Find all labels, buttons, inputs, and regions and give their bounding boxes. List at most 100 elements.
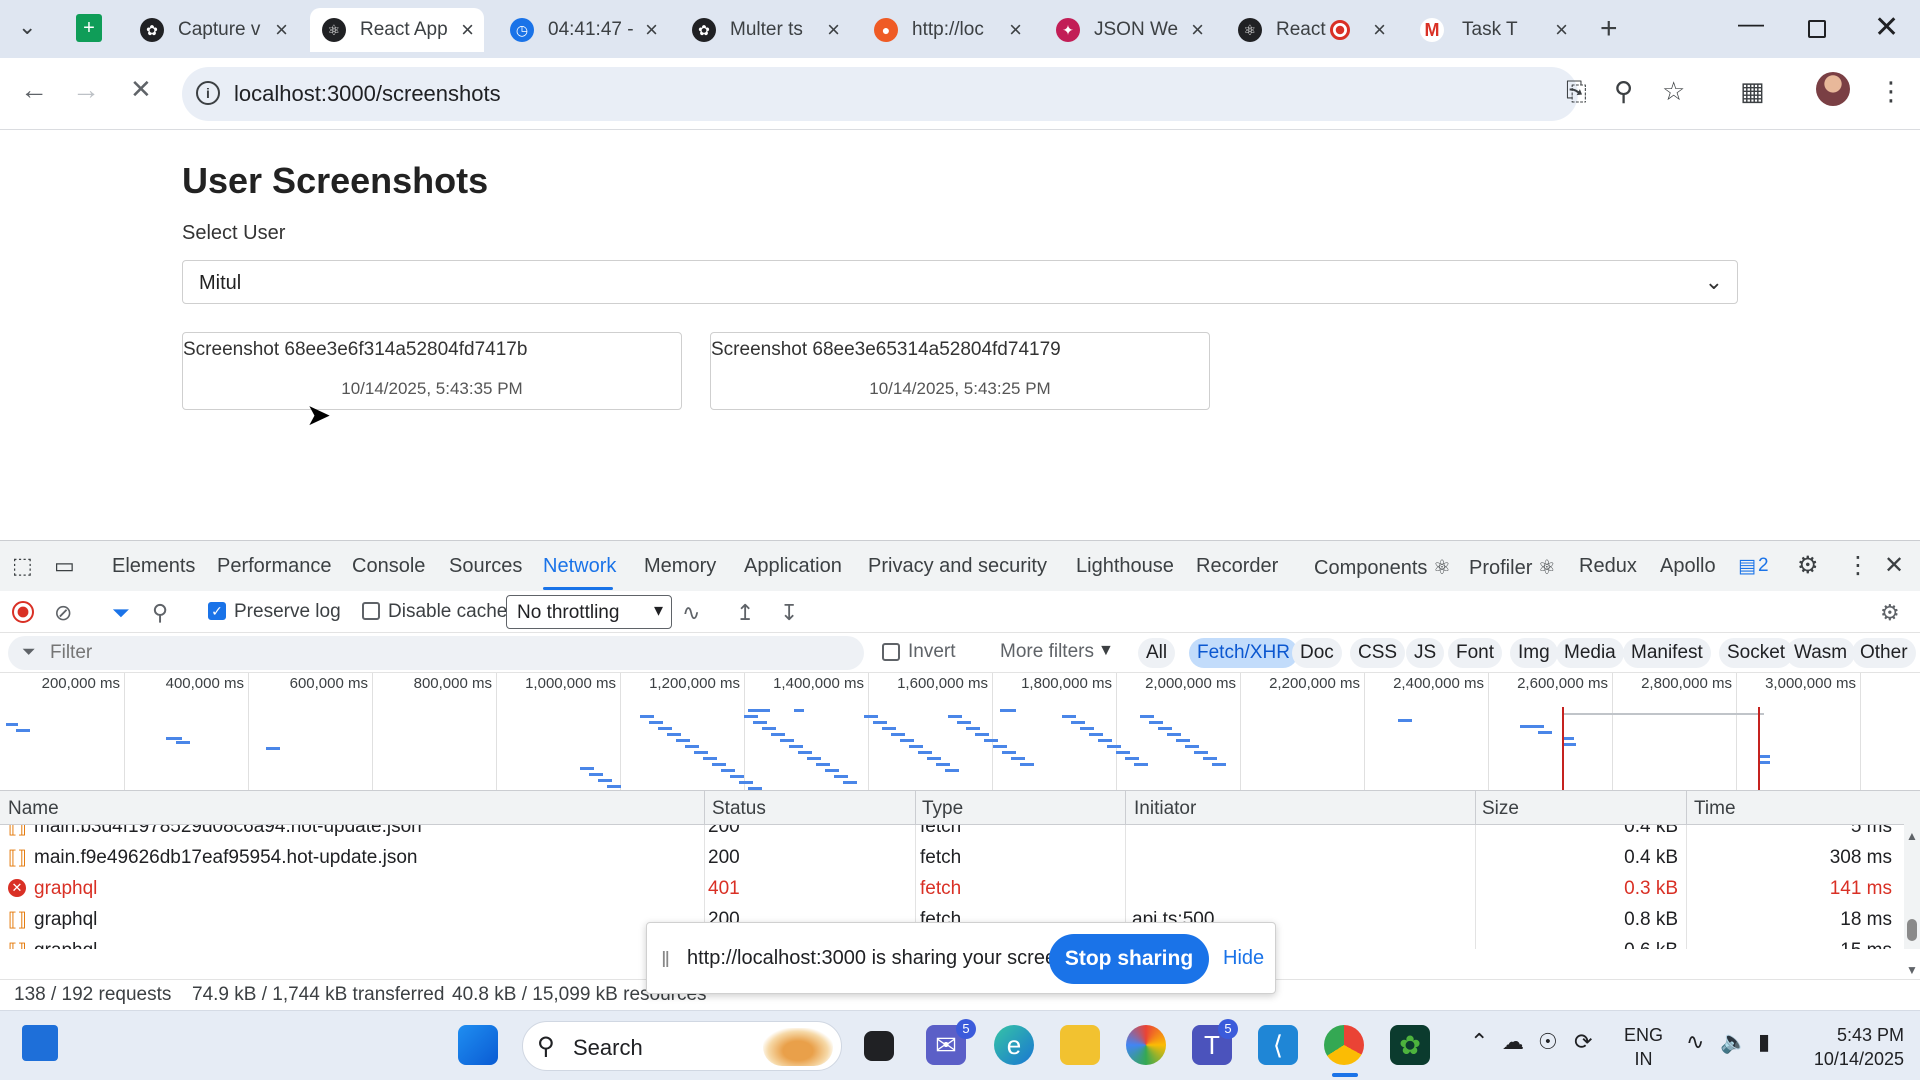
- task-view-icon[interactable]: [864, 1031, 894, 1061]
- type-filter-socket[interactable]: Socket: [1719, 638, 1794, 668]
- type-filter-other[interactable]: Other: [1852, 638, 1916, 668]
- column-initiator[interactable]: Initiator: [1134, 798, 1196, 820]
- taskbar-clock[interactable]: 5:43 PM 10/14/2025: [1804, 1023, 1904, 1071]
- back-icon[interactable]: ←: [20, 74, 48, 106]
- more-filters-button[interactable]: More filters: [1000, 641, 1094, 663]
- close-icon[interactable]: ×: [1555, 17, 1568, 43]
- forward-icon[interactable]: →: [72, 74, 100, 106]
- close-icon[interactable]: ×: [275, 17, 288, 43]
- devtools-tab-redux[interactable]: Redux: [1579, 555, 1637, 578]
- address-bar[interactable]: i localhost:3000/screenshots: [182, 67, 1578, 121]
- scroll-up-icon[interactable]: ▲: [1906, 829, 1918, 843]
- column-divider[interactable]: [1125, 791, 1126, 825]
- issues-count[interactable]: 2: [1758, 555, 1769, 577]
- broken-image-alt-text[interactable]: Screenshot 68ee3e6f314a52804fd7417b: [183, 339, 527, 361]
- device-toolbar-icon[interactable]: ▭: [54, 553, 75, 579]
- devtools-tab-sources[interactable]: Sources: [449, 555, 522, 578]
- devtools-tab-console[interactable]: Console: [352, 555, 425, 578]
- devtools-tab-performance[interactable]: Performance: [217, 555, 332, 578]
- tab-postman[interactable]: ● http://loc ×: [862, 8, 1032, 52]
- drag-handle-icon[interactable]: ‖: [661, 947, 670, 973]
- record-stop-icon[interactable]: [12, 601, 34, 623]
- type-filter-css[interactable]: CSS: [1350, 638, 1406, 668]
- tab-capture[interactable]: ✿ Capture v ×: [128, 8, 298, 52]
- type-filter-media[interactable]: Media: [1556, 638, 1624, 668]
- devtools-tab-recorder[interactable]: Recorder: [1196, 555, 1278, 578]
- extensions-icon[interactable]: ▦: [1740, 76, 1765, 107]
- column-divider[interactable]: [1686, 791, 1687, 825]
- type-filter-fetch-xhr[interactable]: Fetch/XHR: [1189, 638, 1298, 668]
- filter-input[interactable]: [8, 636, 864, 670]
- wifi-icon[interactable]: ∿: [1686, 1029, 1704, 1055]
- input-language[interactable]: ENG IN: [1624, 1023, 1663, 1071]
- settings-gear-icon[interactable]: ⚙: [1797, 551, 1819, 580]
- devtools-tab-memory[interactable]: Memory: [644, 555, 716, 578]
- close-icon[interactable]: ×: [1009, 17, 1022, 43]
- close-icon[interactable]: ×: [461, 17, 474, 43]
- scroll-thumb[interactable]: [1907, 919, 1917, 941]
- site-info-icon[interactable]: i: [196, 81, 220, 105]
- broken-image-alt-text[interactable]: Screenshot 68ee3e65314a52804fd74179: [711, 339, 1061, 361]
- close-icon[interactable]: ×: [1373, 17, 1386, 43]
- network-overview-timeline[interactable]: 200,000 ms 400,000 ms 600,000 ms 800,000 ms…: [0, 673, 1920, 791]
- column-size[interactable]: Size: [1482, 798, 1519, 820]
- column-divider[interactable]: [1475, 791, 1476, 825]
- screenshot-card[interactable]: Screenshot 68ee3e65314a52804fd74179 10/1…: [710, 332, 1210, 410]
- battery-icon[interactable]: ▮: [1758, 1029, 1770, 1055]
- inspect-element-icon[interactable]: ⬚: [12, 553, 33, 579]
- column-status[interactable]: Status: [712, 798, 766, 820]
- tab-json-web[interactable]: ✦ JSON We ×: [1044, 8, 1214, 52]
- vscode-icon[interactable]: ⟨: [1258, 1025, 1298, 1065]
- import-har-icon[interactable]: ↥: [736, 600, 754, 626]
- column-divider[interactable]: [704, 791, 705, 825]
- export-har-icon[interactable]: ↧: [780, 600, 798, 626]
- tab-react[interactable]: ⚛ React ×: [1226, 8, 1396, 52]
- menu-dots-icon[interactable]: ⋮: [1878, 76, 1904, 107]
- type-filter-wasm[interactable]: Wasm: [1786, 638, 1856, 668]
- invert-label[interactable]: Invert: [908, 641, 956, 663]
- preserve-log-label[interactable]: Preserve log: [234, 601, 341, 623]
- search-icon[interactable]: ⚲: [152, 600, 168, 626]
- widgets-icon[interactable]: [22, 1025, 58, 1061]
- invert-checkbox[interactable]: [882, 643, 900, 661]
- chrome-icon[interactable]: [1324, 1025, 1364, 1065]
- close-icon[interactable]: ×: [827, 17, 840, 43]
- column-divider[interactable]: [915, 791, 916, 825]
- devtools-tab-components[interactable]: Components ⚛: [1314, 555, 1451, 580]
- tab-timer[interactable]: ◷ 04:41:47 - ×: [498, 8, 668, 52]
- type-filter-all[interactable]: All: [1138, 638, 1176, 668]
- user-select[interactable]: Mitul ⌄: [182, 260, 1738, 304]
- stop-loading-icon[interactable]: ✕: [130, 74, 152, 105]
- network-conditions-icon[interactable]: ∿: [682, 600, 700, 626]
- hide-banner-link[interactable]: Hide: [1223, 947, 1264, 970]
- chevron-up-icon[interactable]: ⌃: [1470, 1029, 1488, 1055]
- tab-search-chevron-icon[interactable]: ⌄: [18, 14, 36, 40]
- taskbar-search[interactable]: ⚲ Search: [522, 1021, 842, 1071]
- more-options-icon[interactable]: ⋮: [1846, 551, 1870, 580]
- devtools-tab-network[interactable]: Network: [543, 555, 616, 578]
- type-filter-doc[interactable]: Doc: [1292, 638, 1342, 668]
- type-filter-manifest[interactable]: Manifest: [1623, 638, 1711, 668]
- devtools-tab-lighthouse[interactable]: Lighthouse: [1076, 555, 1174, 578]
- close-icon[interactable]: ×: [1191, 17, 1204, 43]
- bookmark-star-icon[interactable]: ☆: [1662, 76, 1685, 107]
- devtools-tab-elements[interactable]: Elements: [112, 555, 195, 578]
- restore-icon[interactable]: [1808, 20, 1826, 38]
- table-row[interactable]: ⟦⟧ main.b3d4f1978529d08c6a94.hot-update.…: [0, 825, 1904, 842]
- edge-icon[interactable]: e: [994, 1025, 1034, 1065]
- file-explorer-icon[interactable]: [1060, 1025, 1100, 1065]
- zoom-icon[interactable]: ⚲: [1614, 76, 1633, 107]
- type-filter-js[interactable]: JS: [1406, 638, 1445, 668]
- windows-start-icon[interactable]: [458, 1025, 498, 1065]
- sheets-icon[interactable]: +: [76, 14, 102, 42]
- devtools-tab-apollo[interactable]: Apollo: [1660, 555, 1716, 578]
- throttling-select[interactable]: No throttling ▾: [506, 595, 672, 629]
- devtools-tab-profiler[interactable]: Profiler ⚛: [1469, 555, 1556, 580]
- table-row[interactable]: ⟦⟧ main.f9e49626db17eaf95954.hot-update.…: [0, 842, 1904, 873]
- tab-multer[interactable]: ✿ Multer ts ×: [680, 8, 850, 52]
- cloud-off-icon[interactable]: ☁: [1502, 1029, 1524, 1055]
- sync-icon[interactable]: ⟳: [1574, 1029, 1592, 1055]
- tab-task[interactable]: M Task T ×: [1408, 8, 1578, 52]
- install-app-icon[interactable]: ⎘: [1566, 76, 1587, 108]
- column-type[interactable]: Type: [922, 798, 963, 820]
